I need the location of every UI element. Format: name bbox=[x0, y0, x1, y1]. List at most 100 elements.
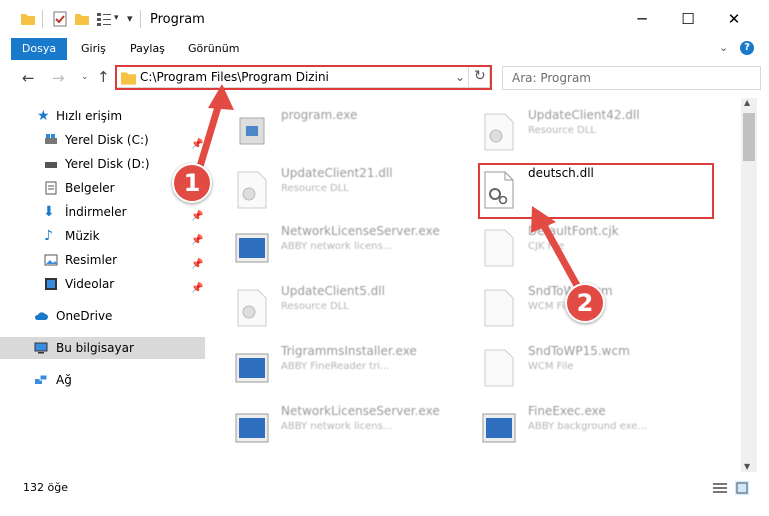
details-view-icon[interactable] bbox=[713, 482, 727, 494]
nav-item-disk-c[interactable]: Yerel Disk (C:) 📌 bbox=[0, 129, 205, 151]
file-desc: ABBY network licens... bbox=[281, 241, 393, 252]
pictures-icon bbox=[44, 254, 58, 266]
close-button[interactable]: ✕ bbox=[711, 0, 757, 38]
file-desc: Resource DLL bbox=[281, 183, 349, 194]
file-name: program.exe bbox=[281, 108, 358, 122]
expand-ribbon-icon[interactable]: ⌄ bbox=[719, 41, 728, 54]
file-icon bbox=[484, 289, 514, 327]
pin-icon[interactable]: 📌 bbox=[191, 278, 203, 300]
nav-label: Belgeler bbox=[65, 181, 115, 195]
scroll-thumb[interactable] bbox=[743, 113, 755, 161]
file-item[interactable]: NetworkLicenseServer.exe ABBY network li… bbox=[234, 224, 464, 274]
scroll-down-icon[interactable]: ▼ bbox=[744, 462, 750, 471]
tab-file[interactable]: Dosya bbox=[11, 38, 67, 60]
file-item[interactable]: DefaultFont.cjk CJK File bbox=[481, 224, 711, 274]
scroll-up-icon[interactable]: ▲ bbox=[744, 98, 750, 107]
file-item[interactable]: UpdateClient21.dll Resource DLL bbox=[234, 166, 464, 216]
dll-icon bbox=[237, 289, 267, 327]
nav-label: Yerel Disk (C:) bbox=[65, 133, 149, 147]
nav-label: Hızlı erişim bbox=[56, 109, 123, 123]
nav-label: Yerel Disk (D:) bbox=[65, 157, 150, 171]
help-icon[interactable]: ? bbox=[740, 41, 754, 55]
file-desc: ABBY network licens... bbox=[281, 421, 393, 432]
nav-onedrive[interactable]: OneDrive bbox=[0, 305, 205, 327]
file-desc: Resource DLL bbox=[528, 125, 596, 136]
file-item[interactable]: UpdateClient42.dll Resource DLL bbox=[481, 108, 711, 158]
network-icon bbox=[35, 374, 48, 384]
back-icon[interactable]: ← bbox=[22, 69, 35, 87]
file-item[interactable]: UpdateClient5.dll Resource DLL bbox=[234, 284, 464, 334]
callout-badge-2: 2 bbox=[565, 283, 605, 323]
large-icons-view-icon[interactable] bbox=[735, 481, 749, 495]
file-desc: ABBY background exe... bbox=[528, 421, 647, 432]
nav-this-pc[interactable]: Bu bilgisayar bbox=[0, 337, 205, 359]
item-count: 132 öğe bbox=[23, 481, 68, 494]
nav-item-pictures[interactable]: Resimler 📌 bbox=[0, 249, 205, 271]
nav-label: İndirmeler bbox=[65, 205, 127, 219]
file-name: UpdateClient42.dll bbox=[528, 108, 640, 122]
file-item[interactable]: TrigrammsInstaller.exe ABBY FineReader t… bbox=[234, 344, 464, 394]
file-item[interactable]: FineExec.exe ABBY background exe... bbox=[481, 404, 711, 454]
callout-badge-1: 1 bbox=[172, 163, 212, 203]
new-folder-icon[interactable] bbox=[74, 11, 90, 27]
exe-icon bbox=[235, 353, 269, 383]
documents-icon bbox=[45, 181, 57, 195]
nav-quick-access[interactable]: ★ Hızlı erişim bbox=[0, 105, 205, 127]
exe-icon bbox=[482, 413, 516, 443]
dll-icon bbox=[484, 113, 514, 151]
dll-icon bbox=[237, 171, 267, 209]
properties-icon[interactable] bbox=[52, 11, 68, 27]
download-icon: ⬇ bbox=[43, 204, 55, 220]
computer-icon bbox=[34, 342, 48, 354]
exe-icon bbox=[239, 117, 265, 145]
title-bar: ▾ ▾ Program ─ ☐ ✕ bbox=[0, 0, 769, 38]
nav-item-downloads[interactable]: ⬇ İndirmeler 📌 bbox=[0, 201, 205, 223]
up-icon[interactable]: ↑ bbox=[97, 68, 110, 86]
drive-c-icon bbox=[45, 134, 57, 144]
videos-icon bbox=[45, 278, 57, 290]
recent-locations-icon[interactable]: ⌄ bbox=[81, 72, 89, 82]
exe-icon bbox=[235, 233, 269, 263]
music-icon: ♪ bbox=[44, 228, 53, 244]
view-options-icon[interactable] bbox=[96, 11, 112, 27]
file-name: UpdateClient5.dll bbox=[281, 284, 385, 298]
minimize-button[interactable]: ─ bbox=[619, 0, 665, 38]
file-item[interactable]: program.exe bbox=[234, 108, 464, 158]
customize-toolbar-icon[interactable]: ▾ bbox=[127, 12, 133, 25]
nav-item-videos[interactable]: Videolar 📌 bbox=[0, 273, 205, 295]
nav-label: OneDrive bbox=[56, 309, 113, 323]
file-name: SndToWP15.wcm bbox=[528, 344, 630, 358]
search-placeholder: Ara: Program bbox=[512, 71, 591, 85]
file-item[interactable]: SndToWP15.wcm WCM File bbox=[481, 344, 711, 394]
drive-d-icon bbox=[45, 162, 57, 168]
nav-label: Videolar bbox=[65, 277, 115, 291]
file-desc: Resource DLL bbox=[281, 301, 349, 312]
folder-icon bbox=[21, 14, 35, 25]
nav-network[interactable]: Ağ bbox=[0, 369, 205, 391]
divider bbox=[140, 10, 141, 28]
tab-view[interactable]: Görünüm bbox=[188, 38, 239, 60]
file-desc: WCM File bbox=[528, 361, 574, 372]
file-name: NetworkLicenseServer.exe bbox=[281, 404, 440, 418]
file-icon bbox=[484, 349, 514, 387]
window-title: Program bbox=[150, 12, 205, 27]
nav-item-music[interactable]: ♪ Müzik 📌 bbox=[0, 225, 205, 247]
divider bbox=[42, 10, 43, 28]
file-name: DefaultFont.cjk bbox=[528, 224, 619, 238]
tab-home[interactable]: Giriş bbox=[81, 38, 106, 60]
nav-label: Ağ bbox=[56, 373, 72, 387]
forward-icon[interactable]: → bbox=[52, 69, 65, 87]
file-item[interactable]: NetworkLicenseServer.exe ABBY network li… bbox=[234, 404, 464, 454]
dropdown-arrow-icon[interactable]: ▾ bbox=[114, 13, 119, 23]
maximize-button[interactable]: ☐ bbox=[665, 0, 711, 38]
file-name: NetworkLicenseServer.exe bbox=[281, 224, 440, 238]
nav-label: Müzik bbox=[65, 229, 100, 243]
exe-icon bbox=[235, 413, 269, 443]
cloud-icon bbox=[34, 312, 48, 320]
file-name: TrigrammsInstaller.exe bbox=[281, 344, 417, 358]
tab-share[interactable]: Paylaş bbox=[130, 38, 165, 60]
file-icon bbox=[484, 229, 514, 267]
file-desc: CJK File bbox=[528, 241, 565, 252]
file-name: UpdateClient21.dll bbox=[281, 166, 393, 180]
star-icon: ★ bbox=[37, 108, 50, 124]
